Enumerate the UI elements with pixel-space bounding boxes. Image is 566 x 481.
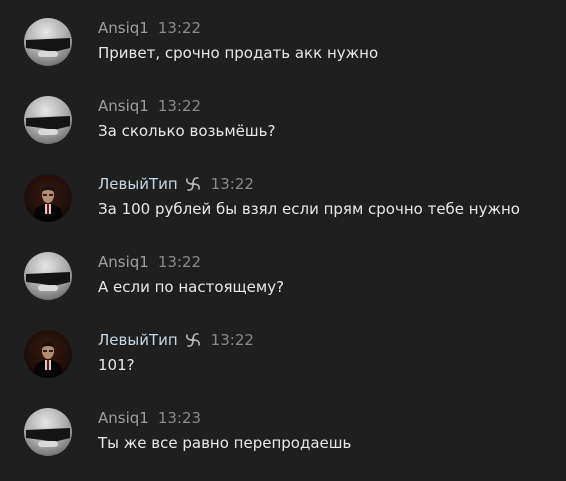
message-text: За сколько возьмёшь?	[98, 122, 276, 140]
message-text: Привет, срочно продать акк нужно	[98, 44, 379, 62]
message-text: За 100 рублей бы взял если прям срочно т…	[98, 200, 520, 218]
chat-message: ЛевыйТип 13:22 За 100 рублей бы взял есл…	[0, 174, 566, 244]
message-header: Ansiq1 13:23	[98, 408, 201, 428]
author-name[interactable]: ЛевыйТип	[98, 175, 178, 193]
timestamp: 13:22	[157, 253, 202, 271]
author-name[interactable]: Ansiq1	[98, 19, 149, 37]
ansiq-avatar[interactable]	[24, 96, 72, 144]
spiral-badge-icon	[184, 175, 202, 193]
ansiq-avatar[interactable]	[24, 252, 72, 300]
chat-message: ЛевыйТип 13:22 101?	[0, 330, 566, 400]
author-name[interactable]: ЛевыйТип	[98, 331, 178, 349]
author-name[interactable]: Ansiq1	[98, 253, 149, 271]
levytip-avatar[interactable]	[24, 174, 72, 222]
message-header: Ansiq1 13:22	[98, 18, 201, 38]
chat-log: Ansiq1 13:22 Привет, срочно продать акк …	[0, 0, 566, 481]
author-name[interactable]: Ansiq1	[98, 409, 149, 427]
message-text: 101?	[98, 356, 135, 374]
message-text: А если по настоящему?	[98, 278, 285, 296]
spiral-badge-icon	[184, 331, 202, 349]
chat-message: Ansiq1 13:23 Ты же все равно перепродаеш…	[0, 408, 566, 478]
timestamp: 13:23	[157, 409, 202, 427]
author-name[interactable]: Ansiq1	[98, 97, 149, 115]
timestamp: 13:22	[157, 19, 202, 37]
timestamp: 13:22	[210, 175, 254, 193]
message-header: ЛевыйТип 13:22	[98, 174, 254, 194]
message-text: Ты же все равно перепродаешь	[98, 434, 352, 452]
timestamp: 13:22	[157, 97, 202, 115]
ansiq-avatar[interactable]	[24, 18, 72, 66]
message-header: Ansiq1 13:22	[98, 96, 201, 116]
message-header: Ansiq1 13:22	[98, 252, 201, 272]
chat-message: Ansiq1 13:22 За сколько возьмёшь?	[0, 96, 566, 166]
message-header: ЛевыйТип 13:22	[98, 330, 254, 350]
chat-message: Ansiq1 13:22 Привет, срочно продать акк …	[0, 18, 566, 88]
levytip-avatar[interactable]	[24, 330, 72, 378]
chat-message: Ansiq1 13:22 А если по настоящему?	[0, 252, 566, 322]
ansiq-avatar[interactable]	[24, 408, 72, 456]
timestamp: 13:22	[210, 331, 254, 349]
